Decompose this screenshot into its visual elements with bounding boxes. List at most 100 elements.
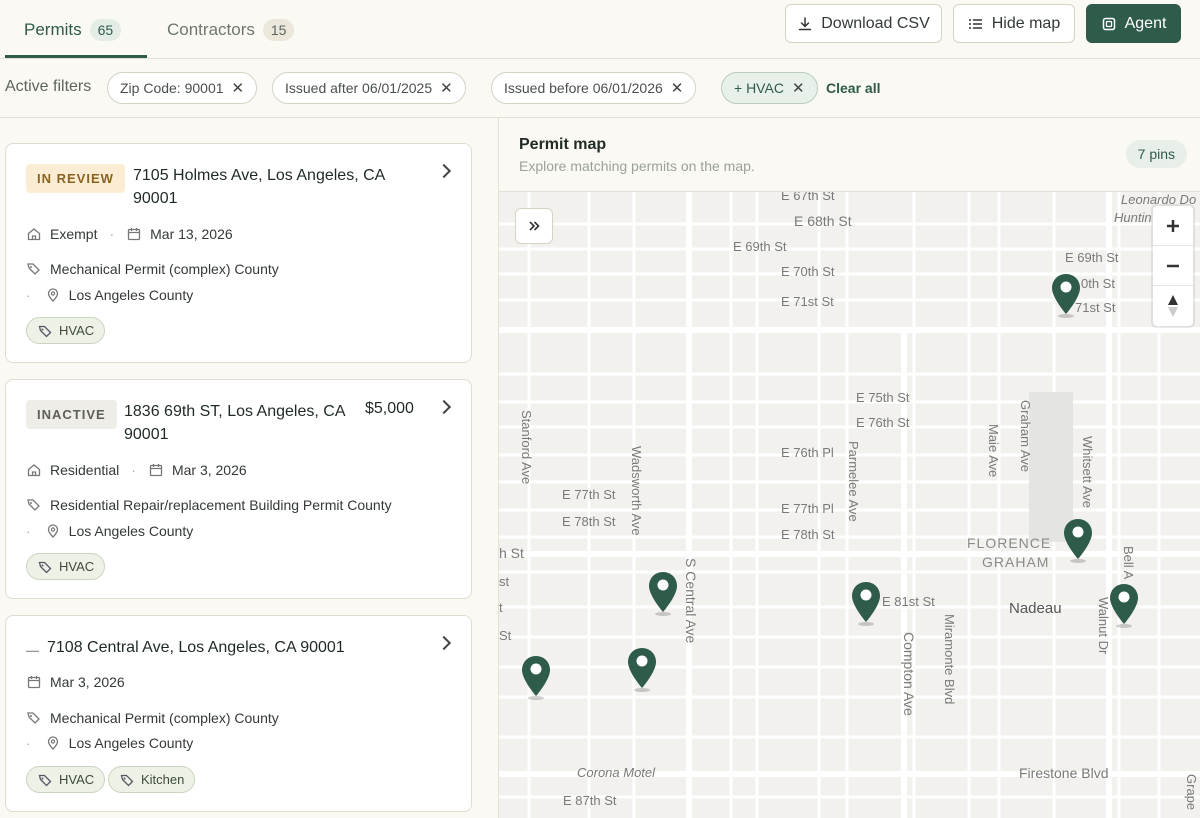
street-label: E 78th St (562, 514, 616, 529)
zoom-in-button[interactable] (1153, 206, 1193, 246)
plus-icon (1167, 219, 1179, 232)
map-pin-icon[interactable] (1049, 272, 1083, 318)
tag-label: HVAC (59, 323, 95, 338)
status-badge: INACTIVE (26, 400, 117, 429)
tag-icon (38, 774, 52, 786)
map-zoom-controls (1153, 206, 1193, 326)
permit-meta-row: Residential · Mar 3, 2026 (26, 462, 247, 478)
permit-date: Mar 3, 2026 (171, 462, 247, 478)
map-pin-icon[interactable] (1107, 582, 1141, 628)
permit-desc-row: Mechanical Permit (complex) County (26, 261, 279, 277)
chevron-right-icon[interactable] (436, 163, 452, 179)
compass-icon (1168, 295, 1178, 317)
filter-chip-issued-before[interactable]: Issued before 06/01/2026 ✕ (491, 72, 697, 104)
download-csv-label: Download CSV (821, 14, 930, 32)
map-pin-icon[interactable] (1061, 517, 1095, 563)
calendar-icon (127, 228, 141, 241)
permit-desc-row: Mechanical Permit (complex) County (26, 710, 279, 726)
status-badge: IN REVIEW (26, 164, 125, 193)
hide-map-button[interactable]: Hide map (953, 4, 1075, 43)
street-label: Compton Ave (901, 632, 917, 716)
tag-label: HVAC (59, 772, 95, 787)
address-line-1: 7105 Holmes Ave, Los Angeles, CA (133, 167, 386, 184)
tab-permits[interactable]: Permits 65 (24, 0, 122, 59)
street-label: Firestone Blvd (1019, 765, 1109, 781)
street-label: E 77th St (562, 487, 616, 502)
tab-label: Permits (24, 19, 82, 39)
poi-label: Huntin (1114, 210, 1152, 225)
area-label: FLORENCE (967, 535, 1052, 551)
map-canvas[interactable]: E 67th St E 68th St E 69th St E 70th St … (499, 192, 1200, 818)
street-label: Wadsworth Ave (629, 446, 644, 536)
permit-valuation: $5,000 (365, 400, 414, 417)
map-pin-icon[interactable] (625, 646, 659, 692)
permit-description: Residential Repair/replacement Building … (50, 497, 392, 513)
agent-icon (1102, 17, 1115, 30)
compass-button[interactable] (1153, 286, 1193, 326)
street-label: E 75th St (856, 390, 910, 405)
chevron-right-icon[interactable] (436, 399, 452, 415)
list-icon (968, 18, 982, 29)
street-label: Graham Ave (1018, 400, 1033, 473)
chevron-right-icon[interactable] (436, 635, 452, 651)
tag-hvac: HVAC (26, 766, 106, 793)
hide-map-label: Hide map (991, 14, 1061, 32)
chip-label: Issued after 06/01/2025 (285, 80, 433, 96)
street-label: E 69th St (1065, 250, 1119, 265)
active-tab-indicator (5, 55, 147, 58)
top-bar: Permits 65 Contractors 15 Download CSV H… (0, 0, 1200, 59)
expand-panel-button[interactable] (515, 208, 553, 244)
permit-jurisdiction: Los Angeles County (68, 523, 194, 539)
street-label: st (499, 574, 510, 589)
permit-address: 1836 69th ST, Los Angeles, CA 90001 (124, 400, 359, 446)
map-pin-icon[interactable] (519, 654, 553, 700)
tab-contractors[interactable]: Contractors 15 (167, 0, 295, 59)
street-label: E 70th St (781, 264, 835, 279)
map-panel: Permit map Explore matching permits on t… (498, 118, 1200, 818)
download-csv-button[interactable]: Download CSV (785, 4, 942, 43)
street-label: St (499, 628, 512, 643)
pin-count-badge: 7 pins (1125, 140, 1187, 168)
tag-label: HVAC (59, 559, 95, 574)
close-icon[interactable]: ✕ (440, 79, 453, 97)
permit-type: Exempt (50, 226, 98, 242)
tag-kitchen: Kitchen (108, 766, 196, 793)
permit-location-row: · Los Angeles County (26, 287, 193, 303)
close-icon[interactable]: ✕ (232, 79, 245, 97)
clear-all-link[interactable]: Clear all (826, 80, 880, 96)
permit-meta-row: Mar 3, 2026 (26, 674, 125, 690)
zoom-out-button[interactable] (1153, 246, 1193, 286)
permit-card[interactable]: IN REVIEW 7105 Holmes Ave, Los Angeles, … (5, 143, 472, 363)
download-icon (799, 16, 812, 30)
street-label: Bell A (1121, 546, 1136, 580)
permit-address: 7105 Holmes Ave, Los Angeles, CA 90001 (133, 164, 423, 210)
tag-label: Kitchen (141, 772, 185, 787)
street-label: E 68th St (794, 213, 852, 229)
address-line-2: 90001 (124, 426, 169, 443)
filter-chip-zip[interactable]: Zip Code: 90001 ✕ (107, 72, 258, 104)
agent-button[interactable]: Agent (1086, 4, 1181, 43)
location-pin-icon (47, 736, 58, 750)
active-filters-label: Active filters (5, 78, 92, 95)
area-label: GRAHAM (982, 554, 1050, 570)
separator-dot: · (26, 523, 31, 539)
permit-card[interactable]: — 7108 Central Ave, Los Angeles, CA 9000… (5, 615, 472, 812)
street-label: Whitsett Ave (1080, 436, 1095, 509)
tab-count: 65 (89, 18, 122, 41)
close-icon[interactable]: ✕ (671, 79, 684, 97)
close-icon[interactable]: ✕ (792, 79, 805, 97)
status-badge: — (26, 643, 40, 658)
street-label: t (499, 600, 503, 615)
map-pin-icon[interactable] (849, 580, 883, 626)
map-pin-icon[interactable] (646, 570, 680, 616)
tags-icon (27, 499, 40, 511)
filter-chip-issued-after[interactable]: Issued after 06/01/2025 ✕ (272, 72, 466, 104)
permit-card[interactable]: INACTIVE 1836 69th ST, Los Angeles, CA 9… (5, 379, 472, 599)
street-label: Stanford Ave (519, 410, 534, 485)
home-icon (27, 464, 41, 477)
tag-icon (38, 561, 52, 573)
separator-dot: · (26, 287, 31, 303)
location-pin-icon (47, 524, 58, 538)
filter-chip-hvac[interactable]: + HVAC ✕ (721, 72, 818, 104)
street-label: E 87th St (563, 793, 617, 808)
